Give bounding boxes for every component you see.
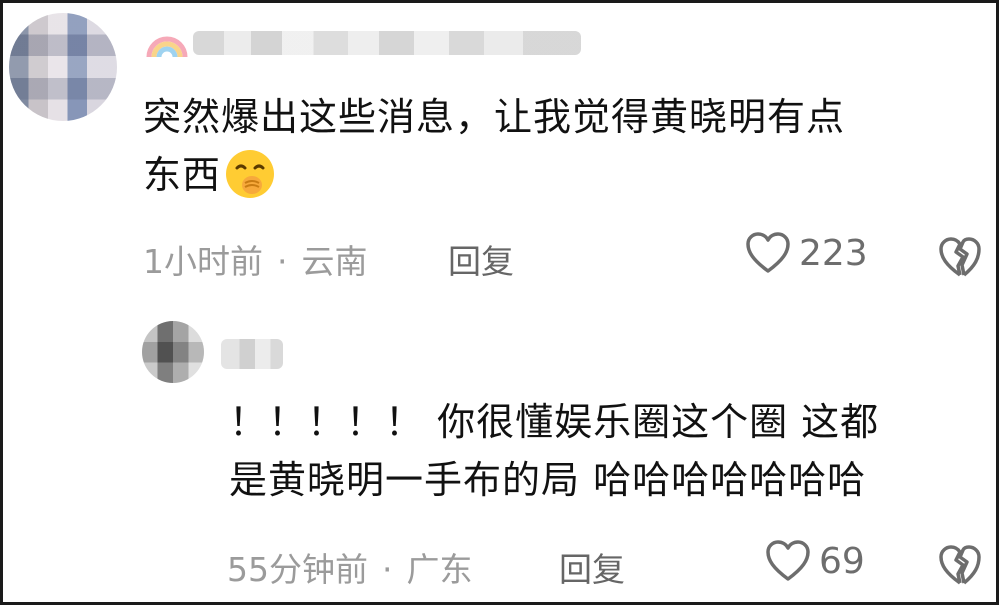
blurred-avatar-image <box>9 13 117 121</box>
heart-icon <box>746 232 790 273</box>
broken-heart-icon[interactable] <box>937 235 983 281</box>
shushing-face-emoji-icon <box>226 149 275 198</box>
like-count: 223 <box>799 232 868 274</box>
comment-meta: 1小时前 · 云南 <box>143 235 368 283</box>
reply-button[interactable]: 回复 <box>559 543 625 591</box>
reply-body: ！！！！！ 你很懂娱乐圈这个圈 这都 是黄晓明一手布的局 哈哈哈哈哈哈哈 <box>229 393 989 509</box>
rainbow-icon <box>146 36 188 58</box>
reply-location: 广东 <box>406 550 473 589</box>
heart-icon <box>766 540 810 581</box>
comment-line: 突然爆出这些消息，让我觉得黄晓明有点 <box>143 95 846 139</box>
comment-line-text: 东西 <box>143 153 222 197</box>
comment-body: 突然爆出这些消息，让我觉得黄晓明有点 东西 <box>143 88 963 205</box>
blurred-avatar-image <box>142 321 204 383</box>
comment-line: 东西 <box>143 146 963 205</box>
avatar[interactable] <box>142 321 204 383</box>
meta-separator: · <box>277 242 288 281</box>
comment-time: 1小时前 <box>143 242 263 281</box>
comment-location: 云南 <box>301 242 368 281</box>
broken-heart-icon[interactable] <box>937 543 983 589</box>
reply-meta: 55分钟前 · 广东 <box>227 543 473 591</box>
blurred-username <box>193 31 581 55</box>
blurred-username[interactable] <box>221 339 283 369</box>
avatar[interactable] <box>9 13 117 121</box>
meta-separator: · <box>382 550 393 589</box>
comment-thread-panel: 突然爆出这些消息，让我觉得黄晓明有点 东西 1小时前 · 云南 回复 223 ！！！… <box>0 0 999 605</box>
reply-time: 55分钟前 <box>227 550 368 589</box>
reply-button[interactable]: 回复 <box>448 235 514 283</box>
like-button[interactable]: 69 <box>765 539 865 583</box>
like-button[interactable]: 223 <box>745 231 868 275</box>
reply-line: 是黄晓明一手布的局 哈哈哈哈哈哈哈 <box>229 458 867 502</box>
like-count: 69 <box>819 540 865 582</box>
reply-line: ！！！！！ 你很懂娱乐圈这个圈 这都 <box>229 400 880 444</box>
comment-username[interactable] <box>145 21 585 61</box>
